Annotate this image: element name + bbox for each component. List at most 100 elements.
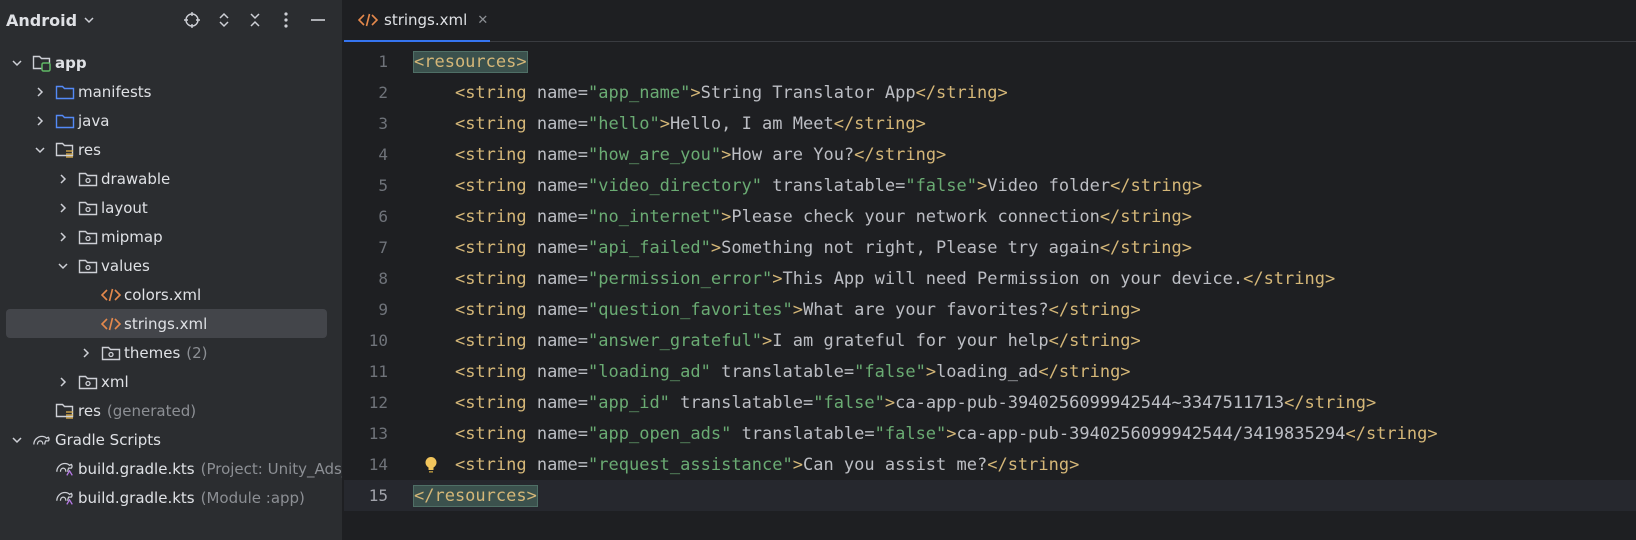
- code-line[interactable]: 10 <string name="answer_grateful">I am g…: [344, 325, 1636, 356]
- tree-item[interactable]: build.gradle.kts (Module :app): [0, 483, 342, 512]
- code-token: >: [721, 144, 732, 165]
- code-line[interactable]: 7 <string name="api_failed">Something no…: [344, 232, 1636, 263]
- code-line[interactable]: 2 <string name="app_name">String Transla…: [344, 77, 1636, 108]
- tree-item[interactable]: colors.xml: [0, 280, 342, 309]
- code-token: <string: [454, 361, 537, 382]
- code-token: name=: [536, 330, 589, 351]
- code-token: <string: [454, 330, 537, 351]
- chevron-right-icon[interactable]: [56, 230, 70, 244]
- tree-item[interactable]: java: [0, 106, 342, 135]
- code-token: </string>: [987, 454, 1080, 475]
- tab-strings-xml[interactable]: strings.xml ✕: [344, 0, 490, 42]
- code-token: <string: [454, 175, 537, 196]
- locate-file-icon[interactable]: [182, 10, 202, 30]
- code-token: loading_ad: [936, 361, 1039, 382]
- code-token: </string>: [1243, 268, 1336, 289]
- code-token: >: [721, 206, 732, 227]
- code-token: </string>: [1038, 361, 1131, 382]
- code-text: <string name="no_internet">Please check …: [414, 207, 1192, 227]
- code-line[interactable]: 3 <string name="hello">Hello, I am Meet<…: [344, 108, 1636, 139]
- tree-item[interactable]: xml: [0, 367, 342, 396]
- tree-item[interactable]: Gradle Scripts: [0, 425, 342, 454]
- tree-item[interactable]: drawable: [0, 164, 342, 193]
- code-token: Please check your network connection: [731, 206, 1100, 227]
- code-area[interactable]: 1 <resources> 2 <string name="app_name">St…: [344, 44, 1636, 540]
- folder-icon: [55, 112, 75, 130]
- code-token: I am grateful for your help: [772, 330, 1049, 351]
- line-number: 14: [368, 455, 388, 474]
- tree-item[interactable]: res: [0, 135, 342, 164]
- gradle-file-icon: [55, 460, 75, 478]
- code-token: <string: [454, 82, 537, 103]
- code-token: translatable=: [669, 392, 814, 413]
- code-token: name=: [536, 175, 589, 196]
- code-line[interactable]: 1 <resources>: [344, 46, 1636, 77]
- line-number: 3: [378, 114, 388, 133]
- chevron-right-icon[interactable]: [33, 85, 47, 99]
- chevron-down-icon[interactable]: [10, 56, 24, 70]
- chevron-down-icon[interactable]: [56, 259, 70, 273]
- chevron-down-icon[interactable]: [10, 433, 24, 447]
- line-number: 12: [368, 393, 388, 412]
- code-token: "app_open_ads": [588, 423, 732, 444]
- tree-item-hint: (Module :app): [200, 488, 305, 507]
- line-number: 1: [378, 52, 388, 71]
- tree-item[interactable]: build.gradle.kts (Project: Unity_Ads_: [0, 454, 342, 483]
- chevron-down-icon[interactable]: [83, 14, 95, 26]
- code-line[interactable]: 5 <string name="video_directory" transla…: [344, 170, 1636, 201]
- line-number: 13: [368, 424, 388, 443]
- code-token: Video folder: [987, 175, 1111, 196]
- code-token: "permission_error": [588, 268, 773, 289]
- options-menu-icon[interactable]: [276, 10, 296, 30]
- res-folder-icon: [55, 402, 75, 420]
- tree-item[interactable]: strings.xml: [6, 309, 327, 338]
- code-line[interactable]: 11 <string name="loading_ad" translatabl…: [344, 356, 1636, 387]
- code-line[interactable]: 4 <string name="how_are_you">How are You…: [344, 139, 1636, 170]
- line-number: 6: [378, 207, 388, 226]
- code-token: >: [710, 237, 722, 258]
- tree-item-label: values: [101, 256, 150, 275]
- code-line[interactable]: 13 <string name="app_open_ads" translata…: [344, 418, 1636, 449]
- chevron-down-icon[interactable]: [33, 143, 47, 157]
- hide-panel-icon[interactable]: [308, 10, 328, 30]
- tree-item[interactable]: manifests: [0, 77, 342, 106]
- code-line[interactable]: 14 <string name="request_assistance">Can…: [344, 449, 1636, 480]
- code-line[interactable]: 8 <string name="permission_error">This A…: [344, 263, 1636, 294]
- tree-item-label: strings.xml: [124, 314, 208, 333]
- code-line[interactable]: 6 <string name="no_internet">Please chec…: [344, 201, 1636, 232]
- chevron-right-icon[interactable]: [56, 375, 70, 389]
- code-token: name=: [536, 423, 589, 444]
- code-token: This App will need Permission on your de…: [782, 268, 1244, 289]
- line-number: 9: [378, 300, 388, 319]
- tree-item[interactable]: app: [0, 48, 342, 77]
- code-text: <string name="video_directory" translata…: [414, 176, 1202, 196]
- tree-item[interactable]: layout: [0, 193, 342, 222]
- code-token: Hello, I am Meet: [669, 113, 834, 134]
- chevron-right-icon[interactable]: [56, 201, 70, 215]
- code-token: >: [946, 423, 957, 444]
- code-token: </string>: [915, 82, 1008, 103]
- close-tab-icon[interactable]: ✕: [477, 13, 488, 28]
- tree-item[interactable]: mipmap: [0, 222, 342, 251]
- code-token: </string>: [1048, 299, 1141, 320]
- collapse-all-icon[interactable]: [245, 10, 265, 30]
- tree-item-label: build.gradle.kts: [78, 488, 195, 507]
- code-line[interactable]: 9 <string name="question_favorites">What…: [344, 294, 1636, 325]
- chevron-right-icon[interactable]: [33, 114, 47, 128]
- tree-item[interactable]: values: [0, 251, 342, 280]
- tree-item[interactable]: themes (2): [0, 338, 342, 367]
- code-token: name=: [536, 113, 589, 134]
- code-line[interactable]: 12 <string name="app_id" translatable="f…: [344, 387, 1636, 418]
- package-folder-icon: [101, 344, 121, 362]
- gradle-icon: [32, 431, 52, 449]
- expand-all-icon[interactable]: [214, 10, 234, 30]
- code-token: "question_favorites": [588, 299, 793, 320]
- tree-item[interactable]: res (generated): [0, 396, 342, 425]
- chevron-right-icon[interactable]: [79, 346, 93, 360]
- chevron-right-icon[interactable]: [56, 172, 70, 186]
- project-view-selector[interactable]: Android: [6, 11, 77, 30]
- code-line[interactable]: 15 </resources>: [344, 480, 1636, 511]
